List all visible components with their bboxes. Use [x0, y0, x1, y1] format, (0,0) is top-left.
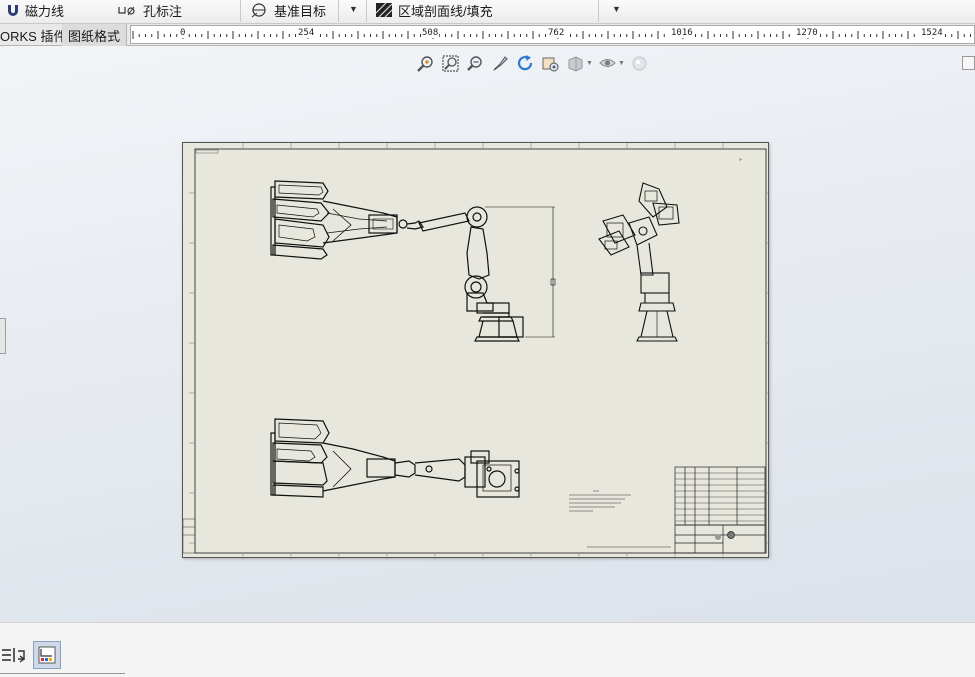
rebuild-icon[interactable]	[6, 641, 34, 669]
front-view	[270, 180, 556, 342]
toolbar-separator	[598, 0, 599, 22]
chevron-down-icon[interactable]: ▼	[586, 60, 593, 67]
graphics-area[interactable]: ▼ ▼ »	[0, 46, 975, 622]
datum-target-button[interactable]: 基准目标	[249, 0, 326, 20]
svg-text:»: »	[739, 157, 742, 163]
tab-label: 图纸格式	[68, 28, 121, 44]
technical-notes	[569, 490, 671, 548]
ruler-label: 508	[421, 28, 440, 38]
select-tool-icon[interactable]	[490, 53, 511, 74]
toolbar-separator	[240, 0, 241, 22]
tab-label: ORKS 插件	[0, 28, 67, 44]
drawing-views: »	[182, 143, 770, 559]
toolbar-separator	[366, 0, 367, 22]
drawing-sheet[interactable]: »	[182, 142, 770, 559]
rotate-view-icon[interactable]	[515, 53, 536, 74]
ruler-label: 0	[179, 28, 187, 38]
zoom-in-out-icon[interactable]	[465, 53, 486, 74]
hole-callout-button[interactable]: 孔标注	[118, 0, 182, 20]
panel-collapse-handle[interactable]	[0, 318, 6, 354]
top-view	[270, 418, 520, 498]
zoom-to-fit-icon[interactable]	[415, 53, 436, 74]
hole-callout-label: 孔标注	[143, 3, 183, 19]
ruler-label: 1270	[795, 28, 819, 38]
side-view	[598, 182, 680, 342]
annotation-toolbar: 磁力线 孔标注 基准目标 ▼ 区域剖面线/填充 ▼	[0, 0, 975, 24]
ruler-label: 254	[297, 28, 316, 38]
horizontal-ruler: 0 254 508 762 1016 1270 1524	[130, 25, 975, 44]
chevron-down-icon[interactable]: ▼	[612, 4, 621, 14]
chevron-down-icon[interactable]: ▼	[349, 4, 358, 14]
revision-block	[182, 518, 196, 554]
title-block	[674, 466, 766, 554]
tab-sheet-format[interactable]: 图纸格式	[62, 24, 128, 46]
display-style-icon[interactable]	[565, 53, 586, 74]
hatch-icon	[375, 2, 393, 18]
zoom-to-area-icon[interactable]	[440, 53, 461, 74]
ruler-label: 762	[547, 28, 566, 38]
command-manager-tabs: ORKS 插件 图纸格式 0 254 508 762 1016 1270 152…	[0, 24, 975, 46]
magnet-icon	[8, 5, 18, 16]
view-settings-icon[interactable]	[540, 53, 561, 74]
area-hatch-label: 区域剖面线/填充	[398, 3, 493, 19]
toolbar-separator	[338, 0, 339, 22]
pane-toggle-button[interactable]	[962, 56, 975, 70]
ruler-label: 1016	[670, 28, 694, 38]
chevron-down-icon[interactable]: ▼	[618, 60, 625, 67]
datum-target-label: 基准目标	[274, 3, 327, 19]
bottom-tab-strip	[0, 622, 975, 677]
appearance-icon[interactable]	[629, 53, 650, 74]
heads-up-view-toolbar: ▼ ▼	[415, 52, 650, 74]
hide-show-icon[interactable]	[597, 53, 618, 74]
magnet-line-label: 磁力线	[25, 3, 65, 19]
datum-target-icon	[251, 3, 266, 18]
ruler-label: 1524	[920, 28, 944, 38]
view-palette-icon[interactable]	[33, 641, 61, 669]
divider	[0, 673, 125, 674]
magnet-line-button[interactable]: 磁力线	[6, 0, 64, 20]
hole-callout-icon	[118, 6, 135, 16]
area-hatch-button[interactable]: 区域剖面线/填充	[375, 0, 493, 20]
